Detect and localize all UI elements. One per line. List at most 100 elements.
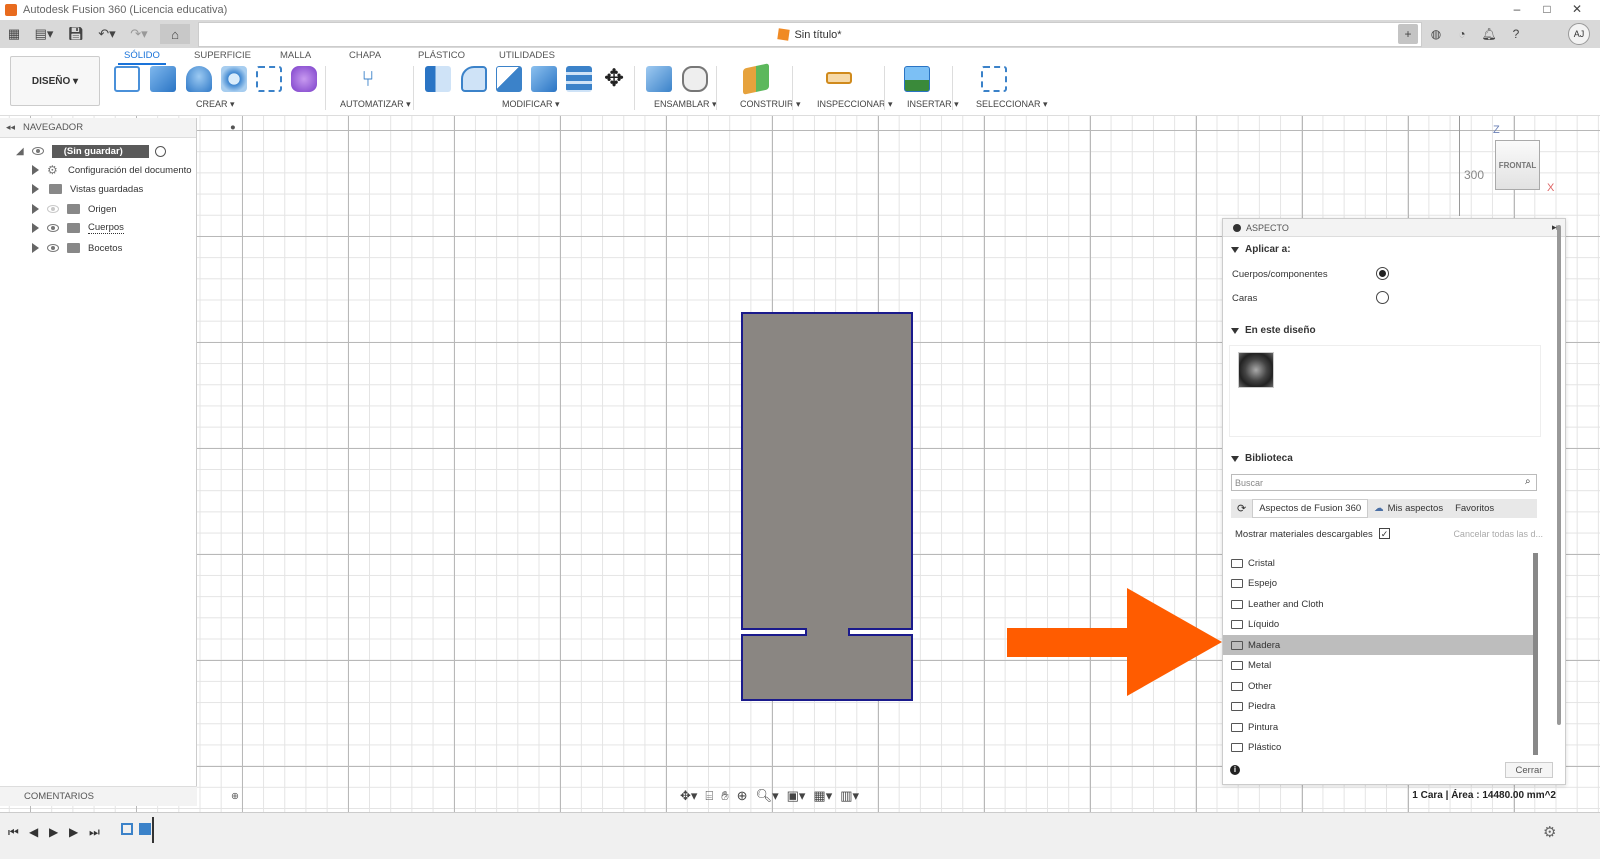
expand-triangle-icon[interactable]	[32, 223, 39, 233]
job-status-icon[interactable]: ◔	[1452, 24, 1472, 44]
timeline-settings-gear-icon[interactable]: ⚙	[1543, 823, 1556, 841]
group-inspeccionar[interactable]: INSPECCIONAR ▾	[817, 99, 893, 110]
measure-icon[interactable]	[826, 72, 852, 84]
data-panel-grid-icon[interactable]: ▦	[6, 24, 22, 44]
comments-panel[interactable]: COMENTARIOS ⊕	[0, 786, 239, 806]
collapse-left-icon[interactable]: ◂◂	[6, 122, 15, 133]
close-button[interactable]: Cerrar	[1505, 762, 1553, 778]
body-profile[interactable]	[740, 311, 918, 707]
library-section-header[interactable]: Biblioteca	[1231, 453, 1293, 464]
library-folder-espejo[interactable]: Espejo	[1223, 573, 1533, 593]
group-ensamblar[interactable]: ENSAMBLAR ▾	[654, 99, 717, 110]
pattern-icon[interactable]	[256, 66, 282, 92]
cancel-all-downloads-link[interactable]: Cancelar todas las d...	[1453, 529, 1543, 539]
tree-item-document-settings[interactable]: ⚙ Configuración del documento	[32, 161, 192, 179]
zoom-icon[interactable]: ⊕	[737, 788, 748, 804]
in-design-section-header[interactable]: En este diseño	[1231, 325, 1316, 336]
group-automatizar[interactable]: AUTOMATIZAR ▾	[340, 99, 411, 110]
new-tab-plus-icon[interactable]: +	[1398, 24, 1418, 44]
visibility-eye-icon[interactable]	[31, 147, 44, 155]
visibility-eye-icon[interactable]	[47, 205, 59, 213]
timeline-sketch-feature-icon[interactable]	[121, 823, 133, 835]
panel-scrollbar[interactable]	[1557, 225, 1561, 725]
timeline-extrude-feature-icon[interactable]	[139, 823, 151, 835]
automate-branch-icon[interactable]: ⑂	[355, 66, 381, 92]
library-scrollbar[interactable]	[1533, 553, 1538, 755]
document-tab[interactable]: Sin título* ✕	[198, 22, 1422, 47]
grid-settings-icon[interactable]: ▦▾	[813, 788, 832, 804]
group-modificar[interactable]: MODIFICAR ▾	[502, 99, 560, 110]
expand-triangle-icon[interactable]	[32, 243, 39, 253]
expand-triangle-icon[interactable]	[32, 184, 39, 194]
play-icon[interactable]: ▶	[49, 825, 58, 839]
navigator-header[interactable]: ◂◂ NAVEGADOR ●	[0, 118, 236, 138]
search-icon[interactable]: ⌕	[1525, 476, 1531, 487]
info-icon[interactable]: i	[1230, 765, 1240, 775]
show-downloadable-checkbox[interactable]: ✓	[1379, 528, 1390, 539]
go-to-end-icon[interactable]: ⏭	[89, 825, 100, 840]
appearance-panel-header[interactable]: ASPECTO ▸▸	[1223, 219, 1565, 237]
library-folder-liquido[interactable]: Líquido	[1223, 614, 1533, 634]
pin-icon[interactable]: ●	[230, 122, 236, 133]
save-icon[interactable]: 💾︎	[68, 24, 85, 44]
tab-fusion-appearances[interactable]: Aspectos de Fusion 360	[1252, 499, 1369, 518]
minimize-button[interactable]: –	[1502, 0, 1532, 20]
library-folder-piedra[interactable]: Piedra	[1223, 696, 1533, 716]
bodies-components-radio[interactable]	[1376, 267, 1389, 280]
tab-malla[interactable]: MALLA	[280, 50, 311, 61]
look-at-icon[interactable]: ⌸	[705, 788, 713, 804]
insert-image-icon[interactable]	[904, 66, 930, 92]
tab-favorites[interactable]: Favoritos	[1449, 499, 1500, 518]
move-icon[interactable]: ✥	[601, 66, 627, 92]
offset-plane-icon[interactable]	[743, 63, 769, 95]
step-forward-icon[interactable]: ▶	[69, 825, 78, 839]
tab-my-appearances[interactable]: Mis aspectos	[1386, 499, 1449, 518]
expand-triangle-icon[interactable]	[32, 204, 39, 214]
tree-item-bodies[interactable]: Cuerpos	[32, 219, 124, 237]
combine-icon[interactable]	[566, 66, 592, 92]
library-folder-metal[interactable]: Metal	[1223, 655, 1533, 675]
viewports-icon[interactable]: ▥▾	[840, 788, 859, 804]
go-to-start-icon[interactable]: ⏮	[8, 825, 19, 840]
new-component-icon[interactable]	[646, 66, 672, 92]
chamfer-icon[interactable]	[496, 66, 522, 92]
tab-chapa[interactable]: CHAPA	[349, 50, 381, 61]
add-comment-icon[interactable]: ⊕	[231, 791, 239, 802]
library-folder-leather-and-cloth[interactable]: Leather and Cloth	[1223, 594, 1533, 614]
tab-superficie[interactable]: SUPERFICIE	[194, 50, 251, 61]
timeline-marker[interactable]	[152, 817, 154, 843]
apply-to-section-header[interactable]: Aplicar a:	[1231, 244, 1291, 255]
shell-icon[interactable]	[531, 66, 557, 92]
refresh-icon[interactable]: ⟳	[1231, 499, 1252, 518]
tab-utilidades[interactable]: UTILIDADES	[499, 50, 555, 61]
extensions-icon[interactable]: ◍	[1426, 24, 1446, 44]
library-folder-pintura[interactable]: Pintura	[1223, 717, 1533, 737]
help-icon[interactable]: ?	[1506, 24, 1526, 44]
maximize-button[interactable]: □	[1532, 0, 1562, 20]
visibility-eye-icon[interactable]	[47, 244, 59, 252]
group-crear[interactable]: CREAR ▾	[196, 99, 235, 110]
tab-solido[interactable]: SÓLIDO	[118, 50, 166, 65]
visibility-eye-icon[interactable]	[47, 224, 59, 232]
library-folder-other[interactable]: Other	[1223, 676, 1533, 696]
joint-icon[interactable]	[682, 66, 708, 92]
select-window-icon[interactable]	[981, 66, 1007, 92]
tree-item-sketches[interactable]: Bocetos	[32, 239, 122, 257]
revolve-icon[interactable]	[186, 66, 212, 92]
workspace-switcher-button[interactable]: DISEÑO ▾	[10, 56, 100, 106]
search-input[interactable]: Buscar	[1231, 474, 1537, 491]
avatar[interactable]: AJ	[1568, 23, 1590, 45]
collapse-triangle-icon[interactable]: ◢	[16, 146, 24, 157]
activate-radio-icon[interactable]	[154, 145, 166, 157]
tab-plastico[interactable]: PLÁSTICO	[418, 50, 465, 61]
tree-item-origin[interactable]: Origen	[32, 200, 117, 218]
root-component-label[interactable]: (Sin guardar)	[51, 144, 149, 158]
library-folder-cristal[interactable]: Cristal	[1223, 553, 1533, 573]
viewcube-front-face[interactable]: FRONTAL	[1495, 140, 1540, 190]
home-icon[interactable]: ⌂	[160, 24, 190, 44]
tree-root[interactable]: ◢ (Sin guardar)	[16, 142, 166, 160]
fit-zoom-icon[interactable]: 🔍︎▾	[756, 788, 779, 804]
extrude-icon[interactable]	[150, 66, 176, 92]
library-folder-plastico[interactable]: Plástico	[1223, 737, 1533, 757]
pan-hand-icon[interactable]: ✋︎	[721, 788, 728, 804]
